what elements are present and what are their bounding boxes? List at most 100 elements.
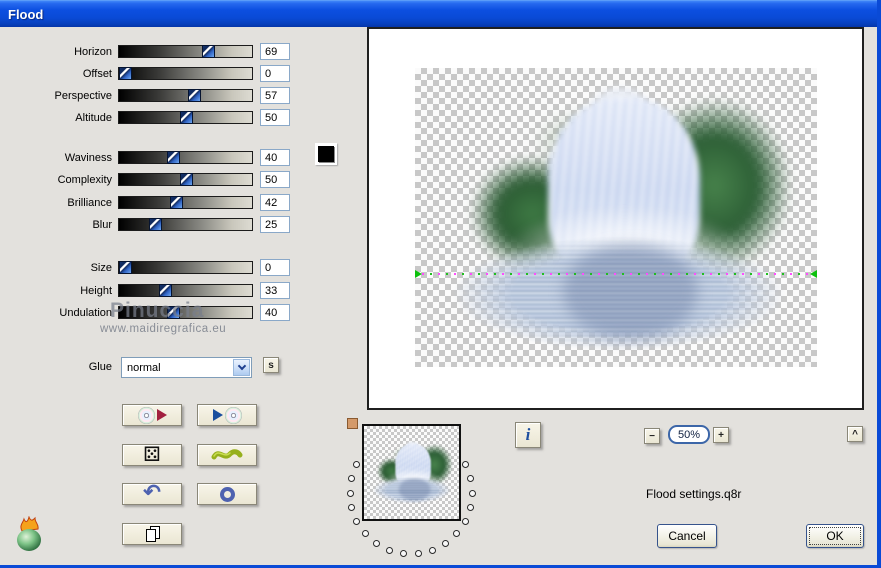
info-icon: i <box>525 425 531 444</box>
zoom-out-button[interactable]: − <box>644 428 660 444</box>
slider-row-horizon: Horizon <box>0 43 300 60</box>
window-title: Flood <box>8 6 44 22</box>
swatch-color-fill <box>318 146 334 162</box>
horizon-label: Horizon <box>74 46 112 58</box>
complexity-label: Complexity <box>57 174 112 186</box>
info-button[interactable]: i <box>515 422 541 448</box>
complexity-slider[interactable] <box>118 173 253 186</box>
height-slider[interactable] <box>118 284 253 297</box>
undulation-value-input[interactable] <box>260 304 290 321</box>
undulation-label: Undulation <box>59 307 112 319</box>
thumbnail-image <box>364 437 459 509</box>
zoom-in-button[interactable]: + <box>713 427 729 443</box>
collapse-button[interactable]: ^ <box>847 426 863 442</box>
dial-handle[interactable] <box>347 418 358 429</box>
complexity-value-input[interactable] <box>260 171 290 188</box>
chevron-down-icon <box>237 361 246 371</box>
complexity-slider-thumb[interactable] <box>180 173 193 186</box>
randomize-button[interactable]: ⚄ <box>122 444 182 466</box>
blur-slider-thumb[interactable] <box>149 218 162 231</box>
dice-icon: ⚄ <box>143 444 161 466</box>
dropdown-arrow-button[interactable] <box>233 359 250 376</box>
size-value-input[interactable] <box>260 259 290 276</box>
zoom-level-display[interactable]: 50% <box>668 425 710 444</box>
slider-row-undulation: Undulation <box>0 304 300 321</box>
blur-label: Blur <box>92 219 112 231</box>
flood-dialog-window: Flood Horizon Offset Perspective Altitud… <box>0 0 881 568</box>
size-slider-thumb[interactable] <box>119 261 132 274</box>
brilliance-value-input[interactable] <box>260 194 290 211</box>
horizon-line-marker[interactable] <box>415 270 817 278</box>
size-label: Size <box>90 262 112 274</box>
height-label: Height <box>80 285 112 297</box>
cd-disc-icon <box>137 406 155 424</box>
title-bar[interactable]: Flood <box>0 0 877 27</box>
glue-label: Glue <box>88 361 112 373</box>
waviness-value-input[interactable] <box>260 149 290 166</box>
undo-button[interactable]: ↶ <box>122 482 182 505</box>
slider-row-height: Height <box>0 282 300 299</box>
horizon-right-arrow-icon <box>810 270 817 278</box>
size-slider[interactable] <box>118 261 253 274</box>
red-arrow-icon <box>156 409 167 421</box>
horizon-slider[interactable] <box>118 45 253 58</box>
undulation-slider-thumb[interactable] <box>167 306 180 319</box>
perspective-value-input[interactable] <box>260 87 290 104</box>
zoom-level-value: 50% <box>677 428 701 441</box>
altitude-label: Altitude <box>75 112 112 124</box>
blur-value-input[interactable] <box>260 216 290 233</box>
height-value-input[interactable] <box>260 282 290 299</box>
waviness-label: Waviness <box>64 152 112 164</box>
offset-slider-thumb[interactable] <box>119 67 132 80</box>
horizon-slider-thumb[interactable] <box>202 45 215 58</box>
slider-row-blur: Blur <box>0 216 300 233</box>
waviness-slider[interactable] <box>118 151 253 164</box>
slider-row-complexity: Complexity <box>0 171 300 188</box>
blur-slider[interactable] <box>118 218 253 231</box>
dial-dot <box>348 504 356 512</box>
water-color-swatch[interactable] <box>315 143 337 165</box>
slider-row-size: Size <box>0 259 300 276</box>
dial-dot <box>385 546 393 554</box>
preview-thumbnail[interactable] <box>362 424 461 521</box>
transparency-checkerboard <box>415 68 817 367</box>
perspective-slider[interactable] <box>118 89 253 102</box>
glue-dropdown[interactable]: normal <box>121 357 252 378</box>
offset-slider[interactable] <box>118 67 253 80</box>
wave-style-button[interactable] <box>197 444 257 466</box>
cd-disc-icon <box>224 406 242 424</box>
memory-ring-button[interactable] <box>197 483 257 505</box>
flaming-pear-logo <box>17 516 41 551</box>
cancel-button[interactable]: Cancel <box>657 524 717 548</box>
altitude-slider[interactable] <box>118 111 253 124</box>
brilliance-slider[interactable] <box>118 196 253 209</box>
altitude-value-input[interactable] <box>260 109 290 126</box>
undulation-slider[interactable] <box>118 306 253 319</box>
dial-dot <box>429 546 437 554</box>
perspective-slider-thumb[interactable] <box>188 89 201 102</box>
waviness-slider-thumb[interactable] <box>167 151 180 164</box>
s-button[interactable]: s <box>263 357 279 373</box>
altitude-slider-thumb[interactable] <box>180 111 193 124</box>
horizon-value-input[interactable] <box>260 43 290 60</box>
ok-button[interactable]: OK <box>806 524 864 548</box>
copy-settings-button[interactable] <box>122 523 182 545</box>
ring-icon <box>219 486 235 502</box>
load-settings-button[interactable] <box>197 404 257 426</box>
pages-icon <box>145 526 160 542</box>
thumbnail-waterfall <box>364 437 458 507</box>
offset-value-input[interactable] <box>260 65 290 82</box>
height-slider-thumb[interactable] <box>159 284 172 297</box>
glue-selected-value: normal <box>127 361 161 374</box>
dial-dot <box>442 539 450 547</box>
water-reflection <box>563 244 698 339</box>
dial-dot <box>468 489 476 497</box>
dial-dot <box>353 461 361 469</box>
dial-dot <box>361 529 369 537</box>
save-settings-button[interactable] <box>122 404 182 426</box>
green-squiggle-icon <box>211 449 243 460</box>
preview-panel[interactable] <box>367 27 864 410</box>
dial-dot <box>348 474 356 482</box>
dial-dot <box>461 517 469 525</box>
brilliance-slider-thumb[interactable] <box>170 196 183 209</box>
